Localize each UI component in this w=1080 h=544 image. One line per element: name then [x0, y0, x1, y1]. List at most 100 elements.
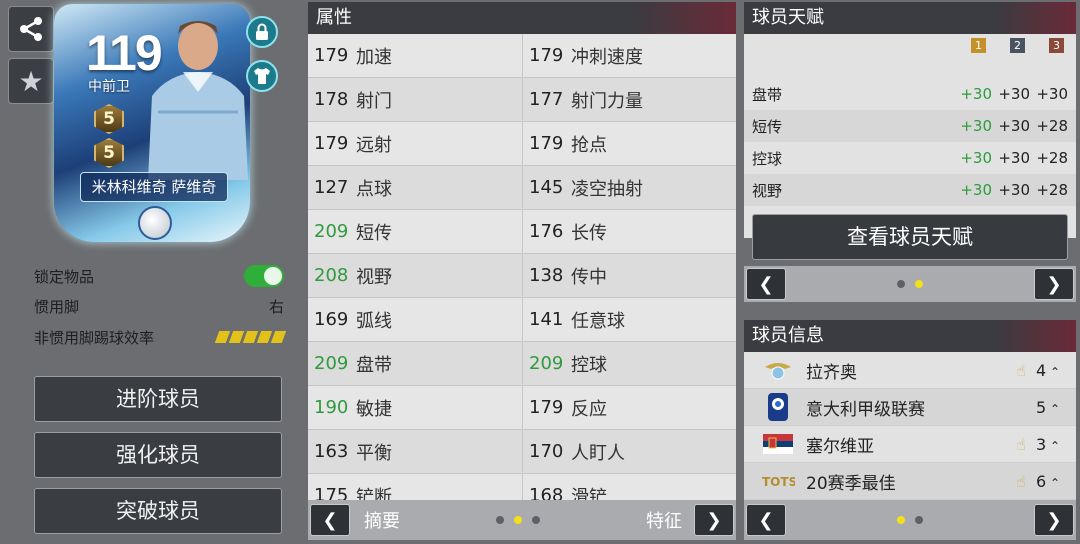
- attribute-value: 208: [314, 265, 349, 286]
- player-info-name: 拉齐奥: [806, 362, 857, 383]
- player-info-count-value: 4: [1036, 360, 1047, 380]
- attribute-name: 射门力量: [571, 90, 643, 112]
- attribute-cell: 179 远射: [308, 122, 522, 165]
- attribute-cell: 209 短传: [308, 210, 522, 253]
- attribute-name: 长传: [571, 222, 607, 244]
- talent-tier-badge: 3: [1049, 38, 1064, 53]
- talent-value: +30: [960, 85, 992, 103]
- attribute-value: 141: [529, 309, 564, 330]
- talent-table: 1 2 3 盘带 +30 +30 +30 短传 +30 +30 +28 控球 +30 +30 +28 视野 +…: [744, 34, 1076, 238]
- attribute-cell: 145 凌空抽射: [522, 166, 736, 209]
- player-info-count-value: 3: [1036, 434, 1047, 454]
- league-logo-icon: [758, 392, 798, 422]
- attribute-row: 209 短传 176 长传: [308, 210, 736, 254]
- player-info-count: 4 ⌃: [1036, 361, 1076, 380]
- attribute-row: 169 弧线 141 任意球: [308, 298, 736, 342]
- info-prev-button[interactable]: ❮: [746, 504, 786, 536]
- lock-item-label: 锁定物品: [34, 267, 95, 286]
- attribute-value: 163: [314, 441, 349, 462]
- info-next-button[interactable]: ❯: [1034, 504, 1074, 536]
- talent-row: 控球 +30 +30 +28: [744, 142, 1076, 174]
- attributes-prev-button[interactable]: ❮: [310, 504, 350, 536]
- attributes-panel: 属性 179 加速 179 冲刺速度 178 射门 177 射门力量 179 远射 179 抢点 127…: [308, 2, 736, 542]
- player-info-title: 球员信息: [744, 320, 1076, 352]
- link-level-icon: ⌃: [1046, 364, 1061, 379]
- player-info-row[interactable]: 塞尔维亚 ☝ 3 ⌃: [744, 426, 1076, 463]
- kit-button[interactable]: [246, 60, 278, 92]
- attribute-value: 179: [314, 45, 349, 66]
- attribute-cell: 170 人盯人: [522, 430, 736, 473]
- club-crest-icon: [758, 359, 798, 381]
- talent-value: +30: [998, 149, 1030, 167]
- attribute-row: 209 盘带 209 控球: [308, 342, 736, 386]
- attribute-row: 163 平衡 170 人盯人: [308, 430, 736, 474]
- player-info-row[interactable]: TOTS 20赛季最佳 ☝ 6 ⌃: [744, 463, 1076, 500]
- player-info-count: 6 ⌃: [1036, 472, 1076, 491]
- football-icon: [138, 206, 172, 240]
- attribute-name: 冲刺速度: [571, 46, 643, 68]
- preferred-foot-row: 惯用脚 右: [34, 294, 284, 318]
- talent-value: +30: [960, 117, 992, 135]
- attribute-value: 176: [529, 221, 564, 242]
- page-dot: [897, 516, 905, 524]
- weak-foot-rating: [214, 331, 287, 343]
- attribute-cell: 179 反应: [522, 386, 736, 429]
- player-card[interactable]: 119 中前卫 5 5 米林科维奇 萨维奇: [54, 4, 250, 242]
- player-info-row[interactable]: 意大利甲级联赛 5 ⌃: [744, 389, 1076, 426]
- attribute-name: 任意球: [571, 310, 625, 332]
- talent-value: +30: [998, 85, 1030, 103]
- attribute-cell: 141 任意球: [522, 298, 736, 341]
- attribute-cell: 179 冲刺速度: [522, 34, 736, 77]
- share-button[interactable]: [8, 6, 54, 52]
- attribute-value: 169: [314, 309, 349, 330]
- talent-next-button[interactable]: ❯: [1034, 268, 1074, 300]
- attribute-value: 145: [529, 177, 564, 198]
- talent-name: 盘带: [752, 85, 783, 104]
- page-dot: [915, 280, 923, 288]
- player-info-list: 拉齐奥 ☝ 4 ⌃ 意大利甲级联赛 5 ⌃ 塞尔维亚 ☝ 3 ⌃ TOTS 20赛季最佳 ☝ 6 ⌃: [744, 352, 1076, 500]
- summary-tab[interactable]: 摘要: [364, 507, 400, 533]
- talent-name: 短传: [752, 117, 783, 136]
- player-info-row[interactable]: 拉齐奥 ☝ 4 ⌃: [744, 352, 1076, 389]
- upgrade-player-button[interactable]: 进阶球员: [34, 376, 282, 422]
- attribute-cell: 177 射门力量: [522, 78, 736, 121]
- breakthrough-player-button[interactable]: 突破球员: [34, 488, 282, 534]
- talent-row: 视野 +30 +30 +28: [744, 174, 1076, 206]
- attribute-value: 127: [314, 177, 349, 198]
- favorite-button[interactable]: ★: [8, 58, 54, 104]
- train-player-button[interactable]: 强化球员: [34, 432, 282, 478]
- attribute-name: 弧线: [356, 310, 392, 332]
- player-info-count-value: 5: [1036, 397, 1047, 417]
- attributes-next-button[interactable]: ❯: [694, 504, 734, 536]
- talent-footer: ❮ ❯: [744, 266, 1076, 302]
- chemistry-hand-icon: ☝: [1016, 471, 1026, 491]
- attribute-cell: 176 长传: [522, 210, 736, 253]
- talent-row: 短传 +30 +30 +28: [744, 110, 1076, 142]
- lock-item-toggle[interactable]: [244, 265, 284, 287]
- attribute-name: 远射: [356, 134, 392, 156]
- talent-value: +30: [1036, 85, 1068, 103]
- view-talent-button[interactable]: 查看球员天赋: [752, 214, 1068, 260]
- attribute-name: 盘带: [356, 354, 392, 376]
- talent-panel: 球员天赋 1 2 3 盘带 +30 +30 +30 短传 +30 +30 +28 控球 +30 +30 +…: [744, 2, 1076, 302]
- star-icon: ★: [18, 64, 44, 98]
- lock-button[interactable]: [246, 16, 278, 48]
- link-level-icon: ⌃: [1046, 438, 1061, 453]
- attribute-cell: 179 加速: [308, 34, 522, 77]
- talent-value: +28: [1036, 181, 1068, 199]
- attribute-cell: 163 平衡: [308, 430, 522, 473]
- talent-tier-badge: 2: [1010, 38, 1025, 53]
- talent-tier-header: 1 2 3: [971, 38, 1064, 53]
- attribute-name: 敏捷: [356, 398, 392, 420]
- attribute-value: 179: [529, 133, 564, 154]
- weak-foot-row: 非惯用脚踢球效率: [34, 325, 287, 349]
- card-rating: 119: [86, 25, 163, 81]
- attribute-cell: 209 控球: [522, 342, 736, 385]
- attribute-cell: 169 弧线: [308, 298, 522, 341]
- talent-page-dots: [897, 280, 923, 288]
- talent-prev-button[interactable]: ❮: [746, 268, 786, 300]
- traits-tab[interactable]: 特征: [646, 507, 682, 533]
- link-level-icon: ⌃: [1046, 401, 1061, 416]
- attribute-row: 190 敏捷 179 反应: [308, 386, 736, 430]
- lock-icon: [256, 23, 268, 40]
